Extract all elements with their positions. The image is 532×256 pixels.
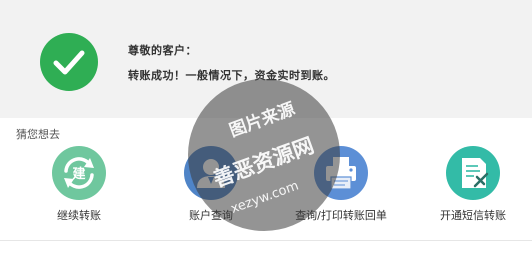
continue-transfer-button[interactable]: 建 继续转账 (24, 146, 134, 223)
icon-glyph: 建 (72, 166, 85, 182)
sms-transfer-label: 开通短信转账 (440, 209, 506, 222)
continue-transfer-label: 继续转账 (57, 209, 101, 222)
sms-document-icon (446, 146, 500, 200)
printer-icon (314, 146, 368, 200)
greeting-text: 尊敬的客户： (128, 44, 197, 57)
suggested-actions: 建 继续转账 账户查询 查询/打印转账回单 开通短信转账 (0, 146, 532, 236)
divider (0, 240, 532, 241)
transfer-result-page: 尊敬的客户： 转账成功！一般情况下，资金实时到账。 猜您想去 建 继续转账 账户… (0, 0, 532, 256)
success-check-icon (40, 33, 98, 91)
print-receipt-label: 查询/打印转账回单 (295, 209, 387, 222)
account-query-label: 账户查询 (189, 209, 233, 222)
success-message: 转账成功！一般情况下，资金实时到账。 (128, 69, 335, 82)
success-notice-panel: 尊敬的客户： 转账成功！一般情况下，资金实时到账。 (0, 0, 532, 118)
account-query-button[interactable]: 账户查询 (156, 146, 266, 223)
suggestions-title: 猜您想去 (16, 128, 60, 141)
refresh-transfer-icon: 建 (52, 146, 106, 200)
sms-transfer-button[interactable]: 开通短信转账 (418, 146, 528, 223)
print-receipt-button[interactable]: 查询/打印转账回单 (286, 146, 396, 223)
user-account-icon (184, 146, 238, 200)
